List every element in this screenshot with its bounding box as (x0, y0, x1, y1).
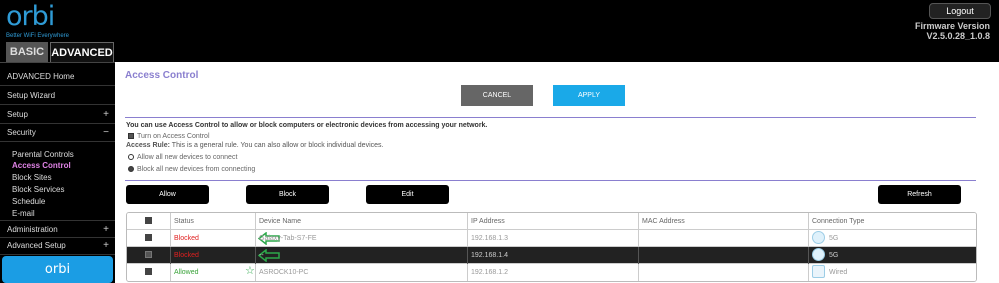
expand-plus-icon: + (103, 109, 109, 120)
block-all-row: Block all new devices from connecting (128, 166, 255, 173)
sidebar-item-advanced-setup[interactable]: Advanced Setup + (0, 237, 115, 255)
column-header-mac-address: MAC Address (638, 213, 808, 230)
table-header-row: Status Device Name IP Address MAC Addres… (127, 213, 976, 230)
sidebar-subitem-parental-controls[interactable]: Parental Controls (12, 149, 74, 160)
status-cell: Blocked (170, 230, 280, 247)
mac-cell (638, 264, 808, 281)
sidebar-item-label: ADVANCED Home (7, 72, 75, 81)
sidebar-subitem-block-sites[interactable]: Block Sites (12, 172, 52, 183)
row-checkbox[interactable] (145, 251, 152, 258)
orbi-promo-banner[interactable]: orbi (2, 256, 113, 283)
row-checkbox[interactable] (145, 268, 152, 275)
column-header-connection-type: Connection Type (808, 213, 976, 230)
access-rule-row: Access Rule: This is a general rule. You… (126, 142, 383, 149)
collapse-minus-icon: − (103, 127, 109, 138)
select-cell (127, 230, 170, 247)
table-row[interactable]: Allowed ☆ ASROCK10-PC 192.168.1.2 Wired (127, 264, 976, 281)
connection-cell: 5G (808, 247, 976, 264)
wired-plug-icon (812, 264, 825, 278)
mac-cell (638, 230, 808, 247)
device-table: Status Device Name IP Address MAC Addres… (126, 212, 977, 282)
select-cell (127, 264, 170, 281)
tab-basic[interactable]: BASIC (6, 42, 48, 62)
ip-cell: 192.168.1.3 (467, 230, 638, 247)
block-all-label: Block all new devices from connecting (137, 166, 256, 173)
header: orbi Better WiFi Everywhere Logout Firmw… (0, 0, 999, 62)
allow-button[interactable]: Allow (126, 185, 209, 204)
firmware-label: Firmware Version (914, 21, 990, 31)
select-cell (127, 247, 170, 264)
device-name-cell: -- (255, 247, 467, 264)
sidebar-item-security[interactable]: Security − (0, 124, 115, 142)
sidebar-item-setup-wizard[interactable]: Setup Wizard (0, 87, 115, 105)
connection-text: Wired (829, 269, 848, 276)
sidebar-subitem-block-services[interactable]: Block Services (12, 184, 64, 195)
connection-cell: 5G (808, 230, 976, 247)
refresh-button[interactable]: Refresh (878, 185, 961, 204)
apply-button[interactable]: APPLY (553, 85, 625, 106)
wifi-5g-icon (812, 230, 825, 244)
table-row[interactable]: Blocked -- 192.168.1.4 5G (127, 247, 976, 264)
sidebar-subitem-email[interactable]: E-mail (12, 208, 35, 219)
turn-on-row: Turn on Access Control (128, 133, 210, 140)
table-row[interactable]: Blocked Galaxy-Tab-S7-FE 192.168.1.3 5G (127, 230, 976, 247)
edit-button[interactable]: Edit (366, 185, 449, 204)
logout-button[interactable]: Logout (929, 3, 991, 19)
access-rule-label: Access Rule: (126, 142, 170, 149)
firmware-version: V2.5.0.28_1.0.8 (926, 31, 990, 41)
sidebar-item-label: Setup Wizard (7, 91, 56, 100)
ip-cell: 192.168.1.4 (467, 247, 638, 264)
wifi-5g-icon (812, 247, 825, 261)
divider (125, 180, 976, 181)
description-text: You can use Access Control to allow or b… (126, 122, 488, 129)
status-text: Blocked (174, 252, 199, 259)
turn-on-checkbox[interactable] (128, 133, 134, 139)
logo-tagline: Better WiFi Everywhere (6, 33, 70, 39)
status-text: Allowed (174, 269, 199, 276)
turn-on-label: Turn on Access Control (137, 133, 210, 140)
device-name-cell: Galaxy-Tab-S7-FE (255, 230, 467, 247)
sidebar-item-label: Security (7, 128, 36, 137)
column-header-status: Status (170, 213, 255, 230)
status-cell: Allowed ☆ (170, 264, 255, 281)
row-checkbox[interactable] (145, 234, 152, 241)
status-cell: Blocked (170, 247, 280, 264)
connection-text: 5G (829, 252, 839, 259)
sidebar-item-label: Advanced Setup (7, 241, 66, 250)
block-all-radio[interactable] (128, 166, 134, 172)
select-all-cell (127, 213, 170, 230)
allow-all-radio[interactable] (128, 154, 134, 160)
allow-all-row: Allow all new devices to connect (128, 154, 237, 161)
column-header-ip-address: IP Address (467, 213, 638, 230)
page-title: Access Control (125, 70, 199, 81)
column-header-device-name: Device Name (255, 213, 467, 230)
sidebar-item-setup[interactable]: Setup + (0, 106, 115, 124)
main-content: Access Control CANCEL APPLY You can use … (115, 62, 999, 283)
divider (125, 117, 976, 118)
access-rule-text: This is a general rule. You can also all… (169, 142, 384, 149)
logo-word: orbi (6, 1, 55, 32)
allow-all-label: Allow all new devices to connect (137, 154, 238, 161)
sidebar-item-label: Setup (7, 110, 28, 119)
sidebar-item-label: Administration (7, 225, 58, 234)
sidebar-subitem-schedule[interactable]: Schedule (12, 196, 45, 207)
sidebar: ADVANCED Home Setup Wizard Setup + Securi… (0, 62, 115, 283)
block-button[interactable]: Block (246, 185, 329, 204)
device-name-cell: ASROCK10-PC (255, 264, 467, 281)
cancel-button[interactable]: CANCEL (461, 85, 533, 106)
expand-plus-icon: + (103, 240, 109, 251)
connection-cell: Wired (808, 264, 976, 281)
mac-cell (638, 247, 808, 264)
tab-advanced[interactable]: ADVANCED (50, 42, 114, 62)
select-all-checkbox[interactable] (145, 217, 152, 224)
orbi-logo: orbi Better WiFi Everywhere (6, 1, 70, 40)
connection-text: 5G (829, 235, 839, 242)
ip-cell: 192.168.1.2 (467, 264, 638, 281)
sidebar-item-advanced-home[interactable]: ADVANCED Home (0, 68, 115, 86)
sidebar-subitem-access-control[interactable]: Access Control (12, 160, 71, 171)
status-text: Blocked (174, 235, 199, 242)
star-icon: ☆ (245, 265, 255, 277)
sidebar-item-administration[interactable]: Administration + (0, 220, 115, 238)
